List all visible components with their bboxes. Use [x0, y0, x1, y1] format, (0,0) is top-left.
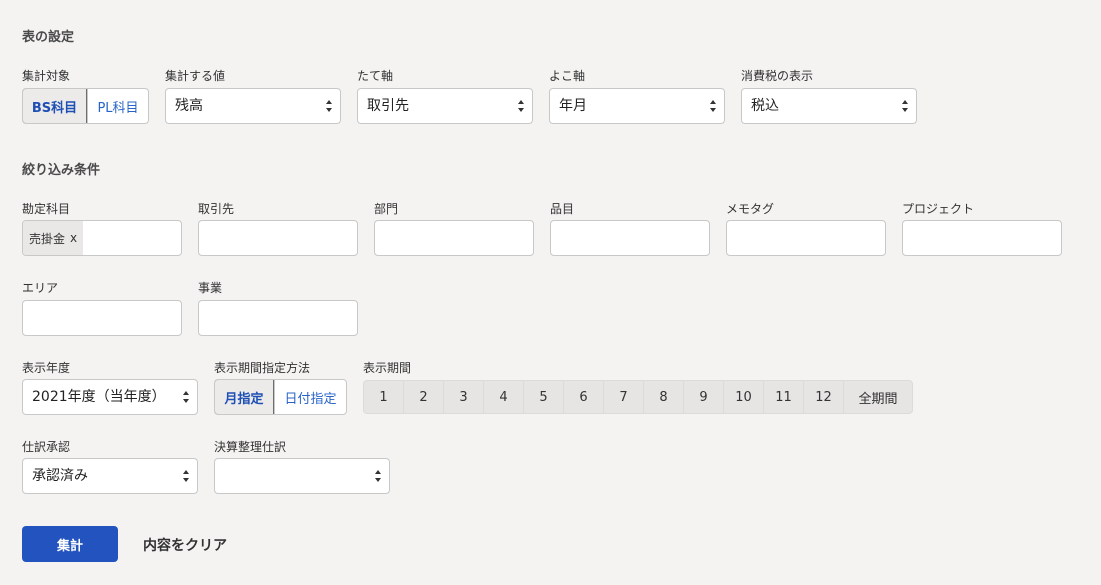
month-4-button[interactable]: 4 [484, 381, 524, 413]
aggregate-button[interactable]: 集計 [22, 526, 118, 562]
area-label: エリア [22, 281, 59, 295]
closing-entries-label: 決算整理仕訳 [214, 440, 287, 454]
select-arrows-icon [375, 469, 381, 483]
pl-account-option[interactable]: PL科目 [87, 89, 148, 123]
partner-input[interactable] [198, 220, 358, 256]
month-1-button[interactable]: 1 [364, 381, 404, 413]
month-9-button[interactable]: 9 [684, 381, 724, 413]
tax-display-select-text: 税込 [751, 98, 779, 114]
business-input[interactable] [198, 300, 358, 336]
memo-tag-input[interactable] [726, 220, 886, 256]
month-8-button[interactable]: 8 [644, 381, 684, 413]
table-settings-title: 表の設定 [22, 30, 75, 45]
period-method-label: 表示期間指定方法 [214, 361, 311, 375]
target-toggle: BS科目 PL科目 [22, 88, 149, 124]
partner-label: 取引先 [198, 202, 235, 216]
fiscal-year-select[interactable]: 2021年度（当年度） [22, 379, 198, 415]
memo-tag-label: メモタグ [726, 202, 775, 216]
value-label: 集計する値 [165, 69, 226, 83]
month-7-button[interactable]: 7 [604, 381, 644, 413]
vertical-axis-label: たて軸 [357, 69, 394, 83]
select-arrows-icon [518, 99, 524, 113]
remove-tag-icon[interactable]: x [70, 231, 77, 245]
month-3-button[interactable]: 3 [444, 381, 484, 413]
item-input[interactable] [550, 220, 710, 256]
vertical-axis-select[interactable]: 取引先 [357, 88, 533, 124]
month-option[interactable]: 月指定 [215, 380, 274, 414]
month-12-button[interactable]: 12 [804, 381, 844, 413]
select-arrows-icon [902, 99, 908, 113]
area-input[interactable] [22, 300, 182, 336]
horizontal-axis-label: よこ軸 [549, 69, 586, 83]
tax-display-label: 消費税の表示 [741, 69, 814, 83]
month-5-button[interactable]: 5 [524, 381, 564, 413]
journal-approval-label: 仕訳承認 [22, 440, 71, 454]
bs-account-option[interactable]: BS科目 [23, 89, 87, 123]
value-select-text: 残高 [175, 98, 203, 114]
closing-entries-select[interactable] [214, 458, 390, 494]
period-selector: 1 2 3 4 5 6 7 8 9 10 11 12 全期間 [363, 380, 913, 414]
month-6-button[interactable]: 6 [564, 381, 604, 413]
horizontal-axis-select-text: 年月 [559, 98, 587, 114]
business-label: 事業 [198, 281, 223, 295]
date-option[interactable]: 日付指定 [274, 380, 346, 414]
filters-title: 絞り込み条件 [22, 163, 101, 178]
item-label: 品目 [550, 202, 575, 216]
select-arrows-icon [183, 469, 189, 483]
journal-approval-select-text: 承認済み [32, 468, 88, 484]
fiscal-year-label: 表示年度 [22, 361, 71, 375]
clear-button[interactable]: 内容をクリア [143, 535, 227, 555]
journal-approval-select[interactable]: 承認済み [22, 458, 198, 494]
account-tag: 売掛金 x [23, 221, 84, 255]
select-arrows-icon [710, 99, 716, 113]
select-arrows-icon [183, 390, 189, 404]
month-10-button[interactable]: 10 [724, 381, 764, 413]
value-select[interactable]: 残高 [165, 88, 341, 124]
target-label: 集計対象 [22, 69, 71, 83]
department-label: 部門 [374, 202, 399, 216]
account-label: 勘定科目 [22, 202, 71, 216]
account-tag-text: 売掛金 [29, 231, 66, 246]
department-input[interactable] [374, 220, 534, 256]
all-period-button[interactable]: 全期間 [844, 381, 912, 413]
period-label: 表示期間 [363, 361, 412, 375]
vertical-axis-select-text: 取引先 [367, 98, 409, 114]
horizontal-axis-select[interactable]: 年月 [549, 88, 725, 124]
tax-display-select[interactable]: 税込 [741, 88, 917, 124]
select-arrows-icon [326, 99, 332, 113]
account-input[interactable]: 売掛金 x [22, 220, 182, 256]
fiscal-year-select-text: 2021年度（当年度） [32, 389, 166, 405]
month-11-button[interactable]: 11 [764, 381, 804, 413]
project-input[interactable] [902, 220, 1062, 256]
period-method-toggle: 月指定 日付指定 [214, 379, 347, 415]
project-label: プロジェクト [902, 202, 975, 216]
month-2-button[interactable]: 2 [404, 381, 444, 413]
